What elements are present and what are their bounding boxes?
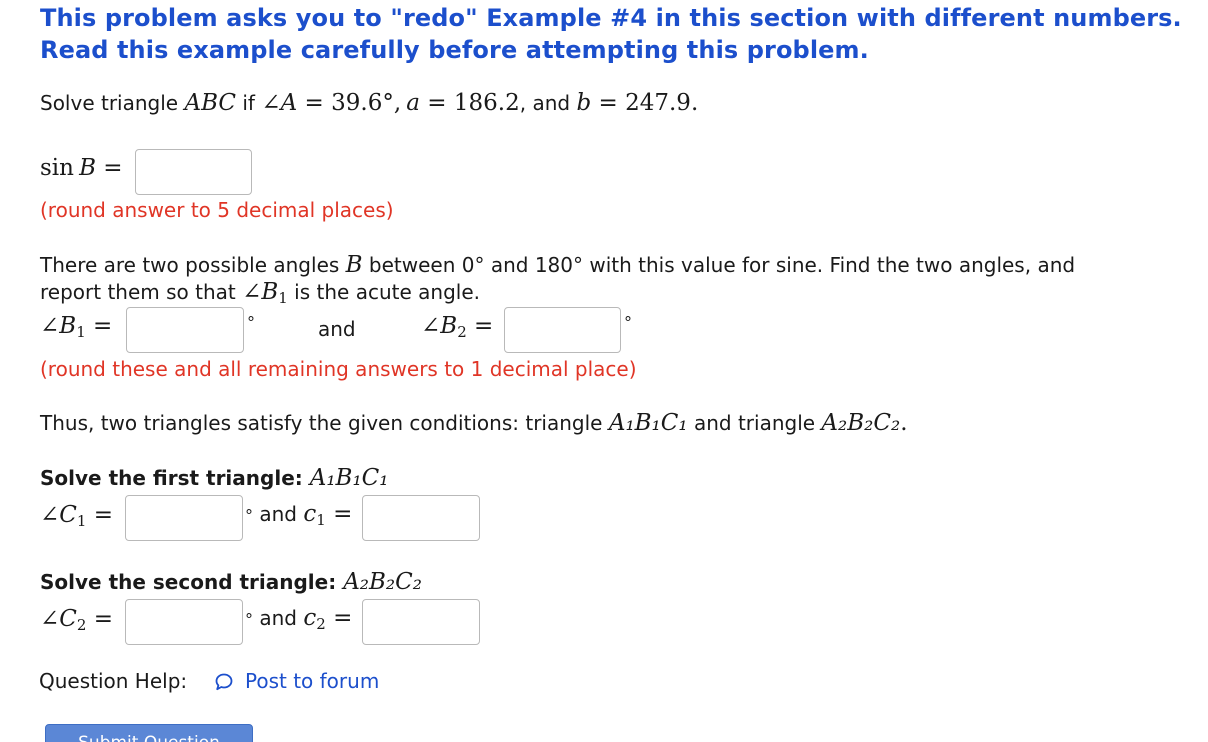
c1-angle-label: ∠C1 = (40, 502, 113, 530)
eq-sign: = (85, 313, 113, 339)
sin-label: sin (40, 155, 74, 181)
instruction-heading-line-1: This problem asks you to "redo" Example … (40, 4, 1182, 32)
b-rounding-hint: (round these and all remaining answers t… (40, 357, 637, 381)
eq-sign: = (591, 90, 626, 116)
b2-label: ∠B2 = (421, 313, 493, 341)
side-b-var: b (576, 90, 592, 116)
angle-var: C (59, 502, 77, 528)
angle-var: C (59, 606, 77, 632)
angle-a-var: A (280, 90, 298, 116)
eq-sign: = (95, 155, 123, 181)
speech-bubble-icon[interactable] (215, 673, 233, 691)
c2-side-input[interactable] (362, 599, 480, 645)
angle-symbol: ∠ (242, 279, 262, 305)
angles-explanation-line-2: report them so that ∠B1 is the acute ang… (40, 279, 480, 307)
subscript: 2 (76, 616, 87, 634)
degree-symbol: ° (624, 313, 632, 332)
c1-side-label: ° and c1 = (245, 501, 352, 529)
and-text: and (318, 317, 356, 341)
sin-var: B (79, 155, 96, 181)
submit-question-button[interactable]: Submit Question (45, 724, 253, 742)
period: . (900, 410, 908, 436)
problem-and: , and (519, 91, 577, 115)
first-triangle-name: A₁B₁C₁ (309, 465, 389, 491)
side-var: c (303, 605, 317, 631)
comma: , (393, 90, 402, 116)
angle-a-value: 39.6° (331, 90, 394, 116)
period: . (690, 90, 699, 116)
subscript: 1 (278, 289, 288, 307)
question-help-label: Question Help: (39, 669, 188, 693)
and-text: and (253, 606, 304, 630)
problem-if: if (236, 91, 262, 115)
angle-symbol: ∠ (40, 606, 60, 632)
first-triangle-title: Solve the first triangle: A₁B₁C₁ (40, 465, 389, 491)
eq-sign: = (297, 90, 332, 116)
subscript: 1 (76, 512, 87, 530)
thus-text-a: Thus, two triangles satisfy the given co… (40, 411, 609, 435)
b2-angle-input[interactable] (504, 307, 621, 353)
eq-sign: = (86, 606, 114, 632)
post-to-forum-link[interactable]: Post to forum (245, 669, 379, 693)
question-page: This problem asks you to "redo" Example … (0, 0, 1208, 742)
eq-sign: = (325, 501, 353, 527)
c2-side-label: ° and c2 = (245, 605, 352, 633)
b1-angle-input[interactable] (126, 307, 244, 353)
angles-explanation-line-1: There are two possible angles B between … (40, 252, 1075, 278)
second-triangle-title-text: Solve the second triangle: (40, 570, 344, 594)
triangle-name: ABC (184, 90, 236, 116)
triangle-2-name: A₂B₂C₂ (821, 410, 901, 436)
degree-symbol: ° (245, 610, 253, 629)
angles-text-d: is the acute angle. (287, 280, 480, 304)
subscript: 2 (316, 615, 326, 633)
first-triangle-title-text: Solve the first triangle: (40, 466, 310, 490)
side-b-value: 247.9 (625, 90, 691, 116)
angle-symbol: ∠ (40, 502, 60, 528)
angles-text-a: There are two possible angles (40, 253, 346, 277)
and-text: and (253, 502, 304, 526)
thus-text-b: and triangle (687, 411, 822, 435)
subscript: 1 (76, 323, 86, 341)
eq-sign: = (86, 502, 114, 528)
sin-b-rounding-hint: (round answer to 5 decimal places) (40, 198, 394, 222)
eq-sign: = (325, 605, 353, 631)
triangle-1-name: A₁B₁C₁ (608, 410, 688, 436)
sin-b-label: sin B = (40, 155, 123, 181)
side-a-var: a (406, 90, 420, 116)
degree-symbol: ° (245, 506, 253, 525)
two-triangles-statement: Thus, two triangles satisfy the given co… (40, 410, 908, 436)
instruction-heading-line-2: Read this example carefully before attem… (40, 36, 869, 64)
c2-angle-input[interactable] (125, 599, 243, 645)
angle-var: B (59, 313, 77, 339)
angles-text-b: between 0° and 180° with this value for … (362, 253, 1076, 277)
c1-angle-input[interactable] (125, 495, 243, 541)
second-triangle-name: A₂B₂C₂ (343, 569, 422, 595)
problem-prefix: Solve triangle (40, 91, 185, 115)
angles-text-c: report them so that (40, 280, 243, 304)
angle-symbol: ∠ (40, 313, 60, 339)
angle-var: B (261, 279, 279, 305)
eq-sign: = (466, 313, 494, 339)
side-var: c (303, 501, 317, 527)
second-triangle-title: Solve the second triangle: A₂B₂C₂ (40, 569, 422, 595)
angle-var: B (345, 252, 363, 278)
subscript: 2 (457, 323, 467, 341)
sin-b-input[interactable] (135, 149, 252, 195)
problem-statement: Solve triangle ABC if ∠A = 39.6°, a = 18… (40, 90, 698, 116)
angle-symbol: ∠ (421, 313, 441, 339)
c2-angle-label: ∠C2 = (40, 606, 113, 634)
angle-var: B (440, 313, 458, 339)
side-a-value: 186.2 (453, 90, 520, 116)
degree-symbol: ° (247, 313, 255, 332)
angle-symbol: ∠ (261, 90, 281, 116)
eq-sign: = (419, 90, 454, 116)
subscript: 1 (316, 511, 326, 529)
c1-side-input[interactable] (362, 495, 480, 541)
b1-label: ∠B1 = (40, 313, 112, 341)
